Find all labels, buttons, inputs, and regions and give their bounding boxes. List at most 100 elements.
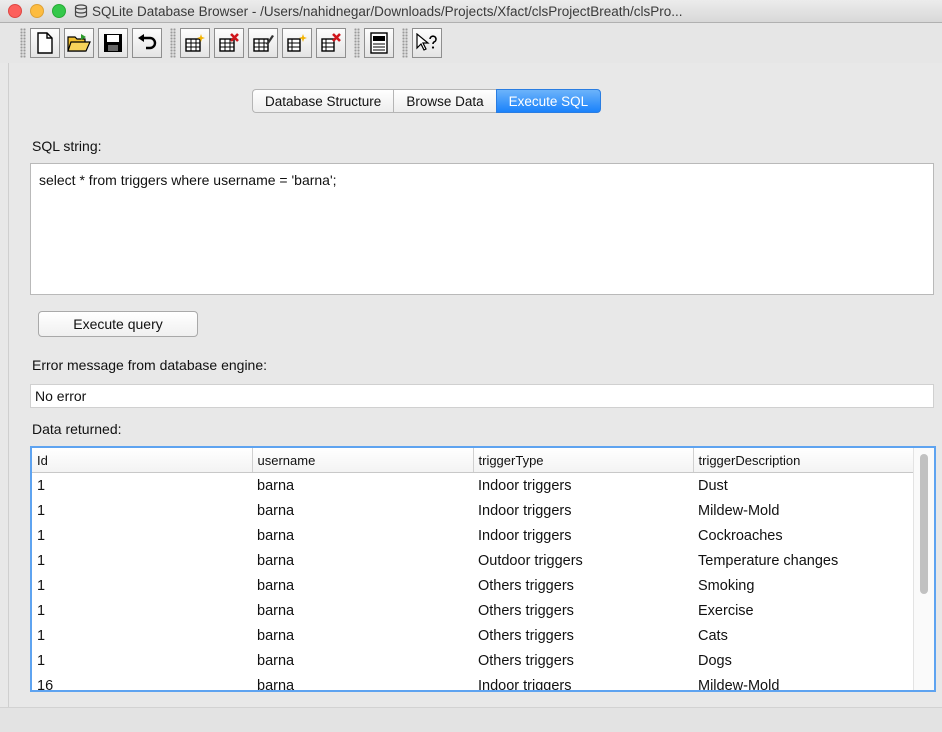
whats-this-icon — [416, 33, 437, 51]
table-cell[interactable]: Cats — [693, 623, 916, 648]
open-database-icon — [67, 34, 91, 52]
error-message-field: No error — [30, 384, 934, 408]
table-cell[interactable]: Temperature changes — [693, 548, 916, 573]
table-cell[interactable]: Exercise — [693, 598, 916, 623]
title-bar: SQLite Database Browser - /Users/nahidne… — [0, 0, 942, 23]
table-cell[interactable]: barna — [252, 673, 473, 691]
save-database-button[interactable] — [98, 28, 128, 58]
table-cell[interactable]: 1 — [32, 598, 252, 623]
column-header[interactable]: username — [252, 448, 474, 473]
status-bar — [0, 707, 942, 732]
window-left-edge — [0, 63, 9, 707]
window-controls — [8, 4, 66, 18]
sql-log-button[interactable] — [364, 28, 394, 58]
column-header[interactable]: triggerType — [473, 448, 694, 473]
results-header-row: Id username triggerType triggerDescripti… — [32, 448, 917, 473]
modify-table-icon — [253, 35, 274, 52]
delete-index-button[interactable] — [316, 28, 346, 58]
data-returned-label: Data returned: — [32, 421, 122, 437]
open-database-button[interactable] — [64, 28, 94, 58]
table-cell[interactable]: Mildew-Mold — [693, 673, 916, 691]
table-row[interactable]: 1 barna Outdoor triggers Temperature change… — [32, 548, 916, 573]
toolbar-separator — [170, 28, 176, 58]
window-title: SQLite Database Browser - /Users/nahidne… — [92, 3, 683, 19]
results-table: Id username triggerType triggerDescripti… — [32, 448, 917, 691]
table-row[interactable]: 1 barna Others triggers Cats — [32, 623, 916, 648]
delete-table-icon — [219, 33, 239, 52]
table-cell[interactable]: barna — [252, 573, 473, 598]
table-cell[interactable]: Outdoor triggers — [473, 548, 693, 573]
main-tabs: Database Structure Browse Data Execute S… — [252, 89, 602, 113]
table-row[interactable]: 16 barna Indoor triggers Mildew-Mold — [32, 673, 916, 691]
table-cell[interactable]: barna — [252, 623, 473, 648]
table-cell[interactable]: Others triggers — [473, 598, 693, 623]
table-row[interactable]: 1 barna Indoor triggers Dust — [32, 473, 916, 499]
sql-log-icon — [370, 32, 388, 54]
database-icon — [74, 4, 88, 18]
whats-this-button[interactable] — [412, 28, 442, 58]
table-cell[interactable]: 1 — [32, 573, 252, 598]
window-title-area: SQLite Database Browser - /Users/nahidne… — [74, 4, 683, 19]
table-cell[interactable]: Indoor triggers — [473, 498, 693, 523]
table-cell[interactable]: Mildew-Mold — [693, 498, 916, 523]
results-vertical-scrollbar[interactable] — [913, 448, 934, 690]
table-cell[interactable]: barna — [252, 473, 473, 499]
table-cell[interactable]: 1 — [32, 473, 252, 499]
table-cell[interactable]: Cockroaches — [693, 523, 916, 548]
table-cell[interactable]: Indoor triggers — [473, 673, 693, 691]
table-row[interactable]: 1 barna Indoor triggers Mildew-Mold — [32, 498, 916, 523]
undo-icon — [138, 34, 157, 50]
column-header[interactable]: Id — [32, 448, 253, 473]
results-scroll-thumb[interactable] — [920, 454, 928, 594]
table-cell[interactable]: Dogs — [693, 648, 916, 673]
undo-button[interactable] — [132, 28, 162, 58]
new-database-icon — [37, 32, 53, 54]
zoom-window-button[interactable] — [52, 4, 66, 18]
table-cell[interactable]: Smoking — [693, 573, 916, 598]
table-cell[interactable]: 1 — [32, 498, 252, 523]
sql-string-input[interactable]: select * from triggers where username = … — [30, 163, 934, 295]
minimize-window-button[interactable] — [30, 4, 44, 18]
table-cell[interactable]: Others triggers — [473, 623, 693, 648]
table-cell[interactable]: 16 — [32, 673, 252, 691]
results-body: 1 barna Indoor triggers Dust 1 barna Indoor tr… — [32, 473, 916, 691]
table-row[interactable]: 1 barna Indoor triggers Cockroaches — [32, 523, 916, 548]
table-cell[interactable]: barna — [252, 648, 473, 673]
table-cell[interactable]: 1 — [32, 548, 252, 573]
table-cell[interactable]: barna — [252, 498, 473, 523]
column-header[interactable]: triggerDescription — [693, 448, 917, 473]
table-cell[interactable]: barna — [252, 598, 473, 623]
table-row[interactable]: 1 barna Others triggers Dogs — [32, 648, 916, 673]
table-row[interactable]: 1 barna Others triggers Smoking — [32, 573, 916, 598]
table-cell[interactable]: Dust — [693, 473, 916, 499]
table-cell[interactable]: barna — [252, 548, 473, 573]
error-message-label: Error message from database engine: — [32, 357, 268, 373]
table-cell[interactable]: Others triggers — [473, 648, 693, 673]
table-cell[interactable]: Indoor triggers — [473, 523, 693, 548]
delete-index-icon — [321, 33, 341, 52]
delete-table-button[interactable] — [214, 28, 244, 58]
tab-browse-data[interactable]: Browse Data — [393, 89, 496, 113]
table-cell[interactable]: 1 — [32, 523, 252, 548]
create-table-button[interactable] — [180, 28, 210, 58]
new-database-button[interactable] — [30, 28, 60, 58]
results-grid[interactable]: Id username triggerType triggerDescripti… — [30, 446, 936, 692]
table-row[interactable]: 1 barna Others triggers Exercise — [32, 598, 916, 623]
sql-string-label: SQL string: — [32, 138, 102, 154]
table-cell[interactable]: Others triggers — [473, 573, 693, 598]
toolbar-separator — [402, 28, 408, 58]
tab-execute-sql[interactable]: Execute SQL — [495, 89, 602, 113]
execute-query-button[interactable]: Execute query — [38, 311, 198, 337]
table-cell[interactable]: 1 — [32, 648, 252, 673]
toolbar-grip[interactable] — [20, 28, 26, 58]
tab-database-structure[interactable]: Database Structure — [252, 89, 394, 113]
toolbar — [0, 23, 942, 63]
table-cell[interactable]: Indoor triggers — [473, 473, 693, 499]
create-table-icon — [185, 34, 205, 52]
close-window-button[interactable] — [8, 4, 22, 18]
table-cell[interactable]: 1 — [32, 623, 252, 648]
modify-table-button[interactable] — [248, 28, 278, 58]
table-cell[interactable]: barna — [252, 523, 473, 548]
save-database-icon — [104, 34, 122, 52]
create-index-button[interactable] — [282, 28, 312, 58]
